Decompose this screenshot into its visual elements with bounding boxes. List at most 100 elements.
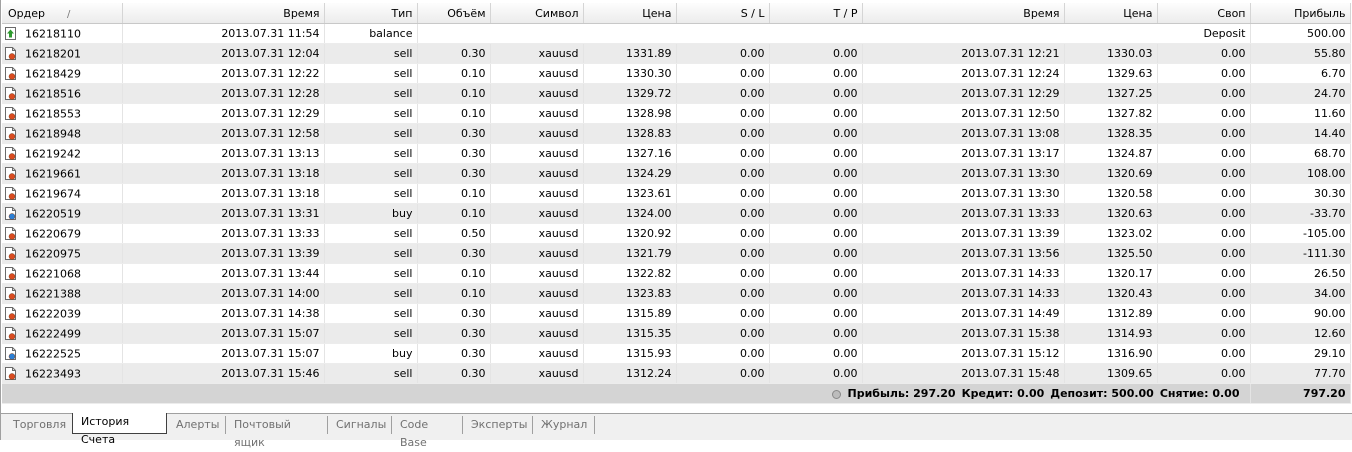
tab-account-history[interactable]: История Счета: [72, 413, 167, 446]
buy-order-icon: [5, 347, 16, 361]
balance-arrow-icon: [5, 27, 16, 41]
column-header-sl[interactable]: S / L: [676, 3, 770, 24]
close-time-cell: 2013.07.31 12:24: [862, 63, 1065, 84]
profit-cell: 68.70: [1250, 143, 1351, 164]
order-cell: 16219661: [2, 163, 123, 184]
sl-cell: 0.00: [676, 103, 770, 124]
type-cell: sell: [324, 223, 418, 244]
column-header-volume[interactable]: Объём: [417, 3, 491, 24]
close-time-cell: 2013.07.31 12:50: [862, 103, 1065, 124]
tab-code-base[interactable]: Code Base: [392, 416, 463, 449]
profit-cell: 90.00: [1250, 303, 1351, 324]
column-header-tp[interactable]: T / P: [769, 3, 863, 24]
sell-order-icon: [5, 147, 16, 161]
sl-cell: 0.00: [676, 303, 770, 324]
symbol-cell: xauusd: [490, 363, 584, 384]
comment-cell: Deposit: [1157, 23, 1251, 44]
table-row[interactable]: 16220975 2013.07.31 13:39 sell 0.30 xauusd 13…: [2, 243, 1351, 264]
type-cell: sell: [324, 103, 418, 124]
table-row[interactable]: 16222525 2013.07.31 15:07 buy 0.30 xauusd 131…: [2, 343, 1351, 364]
symbol-cell: xauusd: [490, 203, 584, 224]
tab-trade[interactable]: Торговля: [5, 416, 73, 434]
tp-cell: 0.00: [769, 123, 863, 144]
type-cell: sell: [324, 263, 418, 284]
profit-cell: 29.10: [1250, 343, 1351, 364]
column-header-swap[interactable]: Своп: [1157, 3, 1251, 24]
table-row[interactable]: 16218516 2013.07.31 12:28 sell 0.10 xauusd 13…: [2, 83, 1351, 104]
symbol-cell: xauusd: [490, 43, 584, 64]
summary-credit: Кредит: 0.00: [961, 387, 1045, 400]
swap-cell: 0.00: [1157, 123, 1251, 144]
profit-cell: 11.60: [1250, 103, 1351, 124]
table-row[interactable]: 16221068 2013.07.31 13:44 sell 0.10 xauusd 13…: [2, 263, 1351, 284]
close-price-cell: 1320.58: [1064, 183, 1158, 204]
table-row[interactable]: 16220519 2013.07.31 13:31 buy 0.10 xauusd 132…: [2, 203, 1351, 224]
column-header-type[interactable]: Тип: [324, 3, 418, 24]
open-price-cell: 1315.93: [583, 343, 677, 364]
close-time-cell: 2013.07.31 13:30: [862, 183, 1065, 204]
swap-cell: 0.00: [1157, 83, 1251, 104]
volume-cell: 0.10: [417, 183, 491, 204]
table-row[interactable]: 16219674 2013.07.31 13:18 sell 0.10 xauusd 13…: [2, 183, 1351, 204]
type-cell: sell: [324, 143, 418, 164]
symbol-cell: xauusd: [490, 143, 584, 164]
order-cell: 16221388: [2, 283, 123, 304]
tab-signals[interactable]: Сигналы: [328, 416, 392, 434]
swap-cell: 0.00: [1157, 43, 1251, 64]
column-header-open-time[interactable]: Время: [122, 3, 325, 24]
open-price-cell: 1324.29: [583, 163, 677, 184]
close-time-cell: 2013.07.31 15:38: [862, 323, 1065, 344]
table-row-balance[interactable]: 16218110 2013.07.31 11:54 balance Deposi…: [2, 23, 1351, 44]
column-header-close-price[interactable]: Цена: [1064, 3, 1158, 24]
sell-order-icon: [5, 87, 16, 101]
tab-mailbox[interactable]: Почтовый ящик: [226, 416, 328, 449]
summary-circle-icon: [832, 389, 842, 399]
summary-total: 797.20: [1250, 383, 1351, 404]
table-row[interactable]: 16222499 2013.07.31 15:07 sell 0.30 xauusd 13…: [2, 323, 1351, 344]
symbol-cell: xauusd: [490, 303, 584, 324]
open-time-cell: 2013.07.31 13:44: [122, 263, 325, 284]
column-header-symbol[interactable]: Символ: [490, 3, 584, 24]
tp-cell: 0.00: [769, 143, 863, 164]
tp-cell: 0.00: [769, 223, 863, 244]
tab-alerts[interactable]: Алерты: [168, 416, 226, 434]
swap-cell: 0.00: [1157, 63, 1251, 84]
column-header-profit[interactable]: Прибыль: [1250, 3, 1351, 24]
table-row[interactable]: 16219242 2013.07.31 13:13 sell 0.30 xauusd 13…: [2, 143, 1351, 164]
close-time-cell: 2013.07.31 12:29: [862, 83, 1065, 104]
sl-cell: 0.00: [676, 263, 770, 284]
profit-cell: 30.30: [1250, 183, 1351, 204]
table-row[interactable]: 16218948 2013.07.31 12:58 sell 0.30 xauusd 13…: [2, 123, 1351, 144]
order-cell: 16222499: [2, 323, 123, 344]
type-cell: sell: [324, 83, 418, 104]
volume-cell: 0.30: [417, 43, 491, 64]
sl-cell: 0.00: [676, 343, 770, 364]
table-row[interactable]: 16219661 2013.07.31 13:18 sell 0.30 xauusd 13…: [2, 163, 1351, 184]
open-time-cell: 2013.07.31 12:28: [122, 83, 325, 104]
tab-journal[interactable]: Журнал: [533, 416, 595, 434]
table-row[interactable]: 16220679 2013.07.31 13:33 sell 0.50 xauusd 13…: [2, 223, 1351, 244]
symbol-cell: xauusd: [490, 83, 584, 104]
table-row[interactable]: 16218201 2013.07.31 12:04 sell 0.30 xauusd 13…: [2, 43, 1351, 64]
table-row[interactable]: 16218429 2013.07.31 12:22 sell 0.10 xauusd 13…: [2, 63, 1351, 84]
close-time-cell: 2013.07.31 12:21: [862, 43, 1065, 64]
column-header-close-time[interactable]: Время: [862, 3, 1065, 24]
table-row[interactable]: 16223493 2013.07.31 15:46 sell 0.30 xauusd 13…: [2, 363, 1351, 384]
symbol-cell: xauusd: [490, 323, 584, 344]
empty-cell: [417, 23, 1157, 44]
table-row[interactable]: 16221388 2013.07.31 14:00 sell 0.10 xauusd 13…: [2, 283, 1351, 304]
open-time-cell: 2013.07.31 13:39: [122, 243, 325, 264]
column-header-order[interactable]: Ордер /: [2, 3, 123, 24]
profit-cell: 14.40: [1250, 123, 1351, 144]
tab-experts[interactable]: Эксперты: [463, 416, 533, 434]
symbol-cell: xauusd: [490, 223, 584, 244]
swap-cell: 0.00: [1157, 223, 1251, 244]
table-row[interactable]: 16222039 2013.07.31 14:38 sell 0.30 xauusd 13…: [2, 303, 1351, 324]
swap-cell: 0.00: [1157, 343, 1251, 364]
volume-cell: 0.10: [417, 203, 491, 224]
column-header-open-price[interactable]: Цена: [583, 3, 677, 24]
table-row[interactable]: 16218553 2013.07.31 12:29 sell 0.10 xauusd 13…: [2, 103, 1351, 124]
open-price-cell: 1315.89: [583, 303, 677, 324]
open-price-cell: 1331.89: [583, 43, 677, 64]
buy-order-icon: [5, 207, 16, 221]
